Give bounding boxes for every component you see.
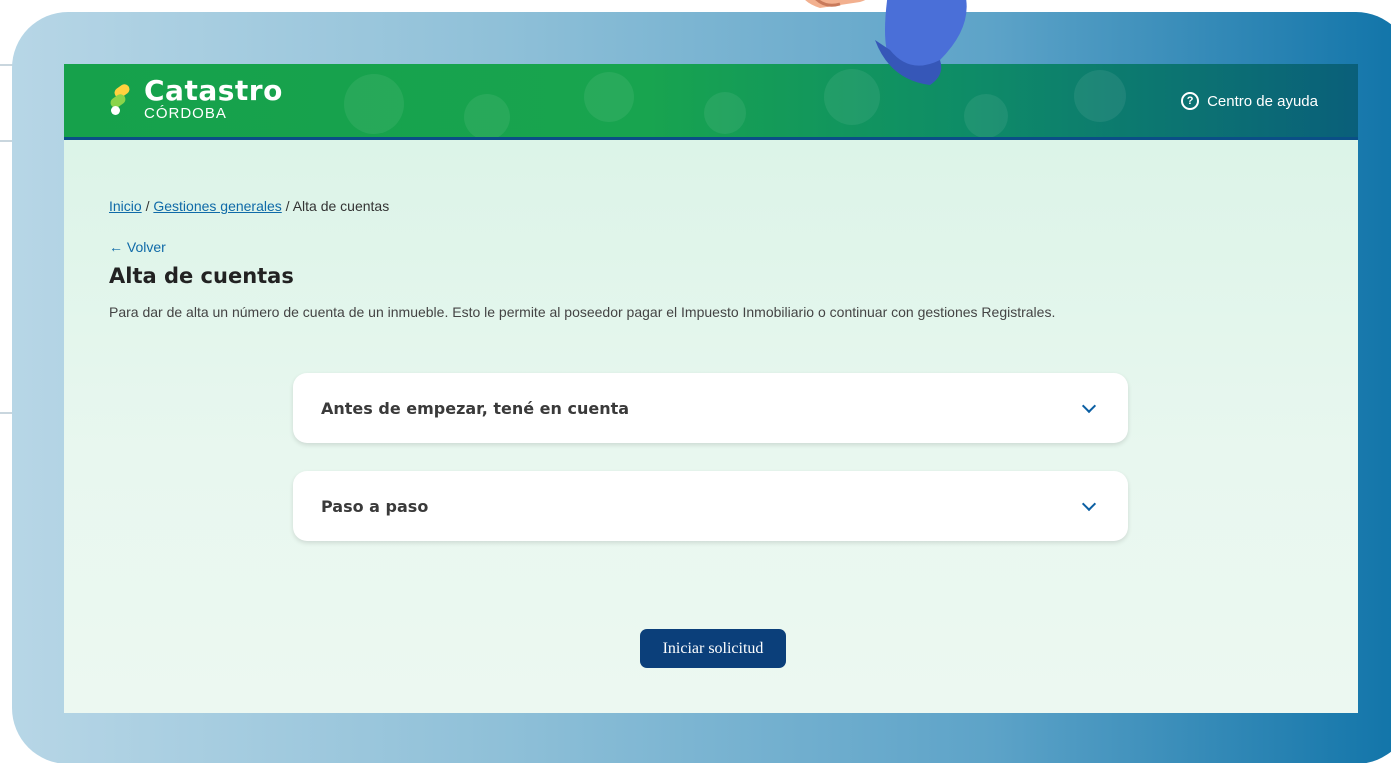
site-header: Catastro CÓRDOBA ? Centro de ayuda (64, 64, 1358, 140)
catastro-logo[interactable]: Catastro CÓRDOBA (108, 76, 283, 122)
page-title: Alta de cuentas (109, 264, 294, 288)
breadcrumb-link-inicio[interactable]: Inicio (109, 198, 142, 214)
page-description: Para dar de alta un número de cuenta de … (109, 304, 1056, 320)
accordion-title: Paso a paso (321, 496, 429, 516)
start-request-button[interactable]: Iniciar solicitud (640, 629, 786, 668)
accordion-title: Antes de empezar, tené en cuenta (321, 398, 630, 418)
breadcrumb-link-gestiones[interactable]: Gestiones generales (153, 198, 281, 214)
app-screen: Catastro CÓRDOBA ? Centro de ayuda Inici… (64, 64, 1358, 713)
accordion-before-start[interactable]: Antes de empezar, tené en cuenta (293, 373, 1128, 443)
help-center-link[interactable]: ? Centro de ayuda (1181, 92, 1318, 110)
back-link[interactable]: ← Volver (109, 239, 166, 255)
help-circle-icon: ? (1181, 92, 1200, 110)
logo-title: Catastro (144, 74, 283, 107)
logo-icon (108, 82, 134, 116)
breadcrumb-separator: / (285, 198, 290, 214)
logo-subtitle: CÓRDOBA (144, 105, 227, 122)
chevron-down-icon (1082, 401, 1096, 415)
accordion-step-by-step[interactable]: Paso a paso (293, 471, 1128, 541)
breadcrumb-current: Alta de cuentas (292, 198, 390, 214)
breadcrumb-separator: / (145, 198, 150, 214)
breadcrumb: Inicio / Gestiones generales / Alta de c… (109, 198, 389, 214)
help-label: Centro de ayuda (1207, 92, 1318, 110)
stage: Catastro CÓRDOBA ? Centro de ayuda Inici… (0, 0, 1391, 763)
chevron-down-icon (1082, 499, 1096, 513)
